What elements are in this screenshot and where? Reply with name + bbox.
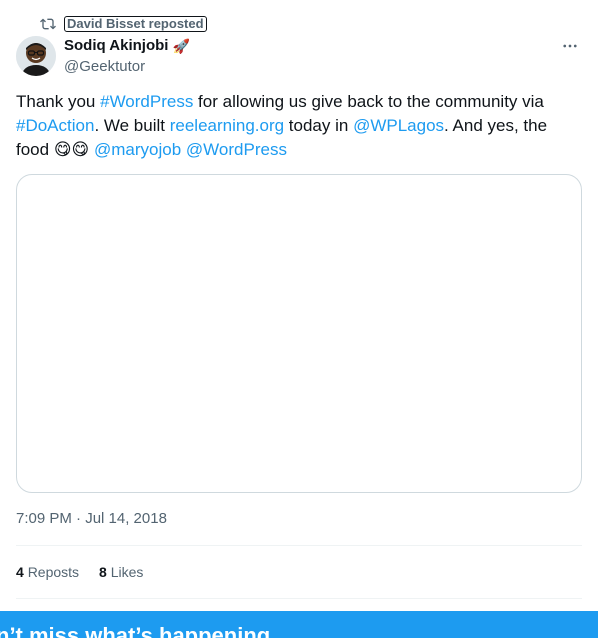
- more-icon: [563, 44, 577, 48]
- tweet-text: Thank you #WordPress for allowing us giv…: [16, 90, 576, 162]
- reposts-stat[interactable]: 4 Reposts: [16, 562, 79, 582]
- engagement-stats: 4 Reposts 8 Likes: [16, 562, 143, 582]
- user-handle[interactable]: @Geektutor: [64, 57, 190, 77]
- tweet-link[interactable]: @maryojob: [94, 140, 181, 159]
- tweet-timestamp[interactable]: 7:09 PM · Jul 14, 2018: [16, 509, 167, 529]
- tweet-header: Sodiq Akinjobi 🚀 @Geektutor: [16, 36, 582, 78]
- divider: [16, 545, 582, 546]
- likes-count: 8: [99, 564, 107, 580]
- reposts-label: Reposts: [27, 564, 80, 580]
- tweet-text-segment: today in: [284, 116, 354, 135]
- rocket-icon: 🚀: [172, 38, 190, 54]
- signup-banner: n’t miss what’s happening: [0, 611, 598, 638]
- tweet-link[interactable]: #WordPress: [100, 92, 193, 111]
- repost-icon: [40, 16, 56, 32]
- tweet-link[interactable]: reelearning.org: [170, 116, 284, 135]
- tweet-text-segment: 😋😋: [53, 140, 90, 159]
- more-options-button[interactable]: [558, 36, 582, 56]
- reposts-count: 4: [16, 564, 24, 580]
- tweet-text-segment: . We built: [94, 116, 170, 135]
- tweet-text-segment: Thank you: [16, 92, 101, 111]
- tweet-text-segment: for allowing us give back to the communi…: [193, 92, 544, 111]
- display-name[interactable]: Sodiq Akinjobi 🚀: [64, 36, 190, 56]
- tweet-link[interactable]: @WPLagos: [353, 116, 444, 135]
- reposter-link[interactable]: David Bisset reposted: [64, 16, 207, 32]
- likes-stat[interactable]: 8 Likes: [99, 562, 143, 582]
- repost-context: David Bisset reposted: [40, 14, 207, 34]
- tweet-link[interactable]: #DoAction: [16, 116, 94, 135]
- avatar[interactable]: [16, 36, 56, 76]
- tweet-link[interactable]: @WordPress: [186, 140, 287, 159]
- likes-label: Likes: [110, 564, 144, 580]
- media-card[interactable]: [16, 174, 582, 493]
- divider: [16, 598, 582, 599]
- banner-text: n’t miss what’s happening: [0, 623, 271, 638]
- display-name-text: Sodiq Akinjobi: [64, 37, 169, 54]
